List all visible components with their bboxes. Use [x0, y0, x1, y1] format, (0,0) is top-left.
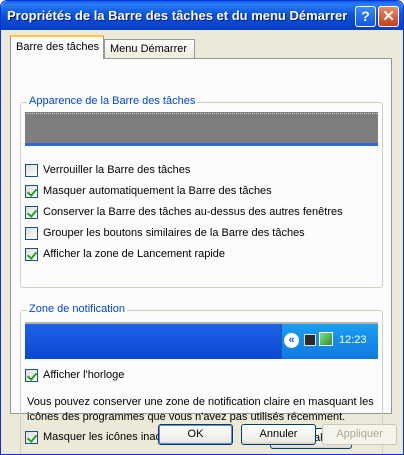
network-icon: [319, 332, 333, 346]
cancel-button[interactable]: Annuler: [241, 424, 316, 445]
checkbox-box[interactable]: [25, 369, 38, 382]
checkbox-box[interactable]: [25, 431, 38, 444]
system-tray: « 12:23: [281, 324, 378, 359]
title-bar[interactable]: Propriétés de la Barre des tâches et du …: [1, 1, 403, 30]
close-button[interactable]: ✕: [378, 6, 399, 27]
speaker-icon: [304, 334, 316, 346]
taskbar-preview: [25, 112, 378, 146]
checkbox-label: Afficher la zone de Lancement rapide: [43, 248, 226, 260]
help-button[interactable]: ?: [355, 6, 376, 27]
tab-taskbar[interactable]: Barre des tâches: [10, 35, 104, 59]
notification-preview: « 12:23: [25, 322, 378, 359]
checkbox-label: Verrouiller la Barre des tâches: [43, 164, 191, 176]
properties-dialog: Propriétés de la Barre des tâches et du …: [0, 0, 404, 455]
checkbox-box[interactable]: [25, 248, 38, 261]
clock-preview: 12:23: [339, 334, 367, 346]
tab-panel: Apparence de la Barre des tâches Verroui…: [10, 58, 392, 454]
checkbox-label: Masquer automatiquement la Barre des tâc…: [43, 185, 272, 197]
checkbox-box[interactable]: [25, 227, 38, 240]
ok-button[interactable]: OK: [158, 424, 233, 445]
checkbox-label: Conserver la Barre des tâches au-dessus …: [43, 206, 343, 218]
checkbox-label: Afficher l'horloge: [43, 369, 125, 381]
checkbox-label: Grouper les boutons similaires de la Bar…: [43, 227, 305, 239]
apply-button[interactable]: Appliquer: [322, 424, 397, 445]
window-title: Propriétés de la Barre des tâches et du …: [7, 8, 348, 23]
notification-group-title: Zone de notification: [27, 303, 128, 315]
dialog-client: Barre des tâches Menu Démarrer Apparence…: [4, 30, 400, 454]
checkbox-box[interactable]: [25, 164, 38, 177]
checkbox-box[interactable]: [25, 206, 38, 219]
appearance-group: Apparence de la Barre des tâches Verroui…: [20, 95, 383, 288]
tab-start-menu[interactable]: Menu Démarrer: [104, 39, 195, 59]
appearance-group-title: Apparence de la Barre des tâches: [27, 95, 198, 107]
checkbox-box[interactable]: [25, 185, 38, 198]
notification-description: Vous pouvez conserver une zone de notifi…: [27, 396, 374, 423]
chevron-left-icon: «: [284, 333, 299, 348]
